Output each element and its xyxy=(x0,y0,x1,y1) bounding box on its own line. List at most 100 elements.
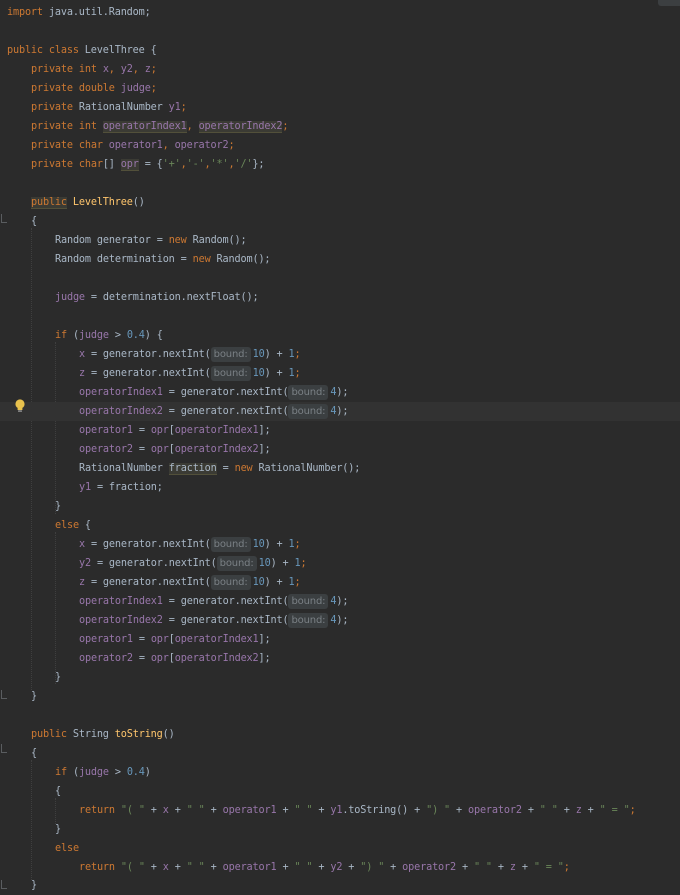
assign-brace: = { xyxy=(138,159,163,170)
concat: + xyxy=(491,862,510,873)
code-line[interactable]: public String toString() xyxy=(0,725,680,744)
code-line[interactable]: return "( " + x + " " + operator1 + " " … xyxy=(0,801,680,820)
field-operator2: operator2 xyxy=(467,805,522,816)
operator: ) + xyxy=(264,368,289,379)
parameter-hint: bound: xyxy=(210,347,251,362)
concat: + xyxy=(276,862,295,873)
call: = generator.nextInt( xyxy=(84,539,211,550)
field-operatorindex1: operatorIndex1 xyxy=(174,634,259,645)
field-operator1: operator1 xyxy=(108,140,163,151)
field-operatorindex2: operatorIndex2 xyxy=(174,444,259,455)
code-line[interactable]: x = generator.nextInt(bound: 10) + 1; xyxy=(0,345,680,364)
constructor-name: LevelThree xyxy=(72,197,133,208)
code-line[interactable]: operator1 = opr[operatorIndex1]; xyxy=(0,421,680,440)
code-line[interactable]: private char operator1, operator2; xyxy=(0,136,680,155)
code-line[interactable]: Random determination = new Random(); xyxy=(0,250,680,269)
code-line[interactable]: } xyxy=(0,820,680,839)
code-line[interactable]: else { xyxy=(0,516,680,535)
field-operatorindex1: operatorIndex1 xyxy=(79,387,163,398)
close-brace: } xyxy=(55,672,61,683)
string-literal: " " xyxy=(473,862,492,873)
number-literal: 10 xyxy=(252,539,265,550)
field-operatorindex1: operatorIndex1 xyxy=(102,121,187,133)
close-brace: } xyxy=(55,824,61,835)
keyword-private-int: private int xyxy=(31,64,103,75)
code-line[interactable]: private double judge; xyxy=(0,79,680,98)
parameter-hint: bound: xyxy=(288,385,329,400)
code-line[interactable]: z = generator.nextInt(bound: 10) + 1; xyxy=(0,573,680,592)
code-line[interactable]: z = generator.nextInt(bound: 10) + 1; xyxy=(0,364,680,383)
separator: , xyxy=(132,64,145,75)
field-y2: y2 xyxy=(330,862,343,873)
code-line-current[interactable]: operatorIndex2 = generator.nextInt(bound… xyxy=(0,402,680,421)
class-name: LevelThree { xyxy=(84,45,157,56)
code-line[interactable]: judge = determination.nextFloat(); xyxy=(0,288,680,307)
code-line[interactable]: x = generator.nextInt(bound: 10) + 1; xyxy=(0,535,680,554)
char-literal: '*' xyxy=(210,159,229,170)
string-literal: "( " xyxy=(120,862,145,873)
concat: + xyxy=(276,805,295,816)
code-line[interactable]: private RationalNumber y1; xyxy=(0,98,680,117)
code-line[interactable]: public LevelThree() xyxy=(0,193,680,212)
field-y2: y2 xyxy=(120,64,133,75)
code-line[interactable]: } xyxy=(0,687,680,706)
field-operator1: operator1 xyxy=(222,862,277,873)
code-line[interactable]: import java.util.Random; xyxy=(0,3,680,22)
code-line[interactable]: operator1 = opr[operatorIndex1]; xyxy=(0,630,680,649)
method-name: toString xyxy=(114,729,163,740)
field-judge: judge xyxy=(78,767,109,778)
code-line[interactable]: y2 = generator.nextInt(bound: 10) + 1; xyxy=(0,554,680,573)
bracket-end: ]; xyxy=(258,634,271,645)
call: = generator.nextInt( xyxy=(90,558,217,569)
code-line[interactable]: else xyxy=(0,839,680,858)
separator: , xyxy=(186,121,199,132)
code-line[interactable]: } xyxy=(0,668,680,687)
close-paren: ); xyxy=(336,406,349,417)
string-literal: " " xyxy=(294,805,313,816)
number-literal: 10 xyxy=(252,577,265,588)
code-line[interactable]: { xyxy=(0,212,680,231)
semicolon: ; xyxy=(629,805,636,816)
semicolon: ; xyxy=(150,83,157,94)
code-line[interactable]: Random generator = new Random(); xyxy=(0,231,680,250)
concat: + xyxy=(204,805,223,816)
code-editor[interactable]: import java.util.Random; public class Le… xyxy=(0,0,680,894)
keyword-class: class xyxy=(42,45,85,56)
statement: = determination.nextFloat(); xyxy=(84,292,259,303)
field-operatorindex2: operatorIndex2 xyxy=(198,121,283,133)
close-brace: } xyxy=(55,501,61,512)
code-line[interactable]: if (judge > 0.4) xyxy=(0,763,680,782)
code-line[interactable]: { xyxy=(0,744,680,763)
semicolon: ; xyxy=(294,577,301,588)
char-literal: '-' xyxy=(186,159,205,170)
code-line[interactable]: private int x, y2, z; xyxy=(0,60,680,79)
code-line[interactable]: RationalNumber fraction = new RationalNu… xyxy=(0,459,680,478)
field-opr: opr xyxy=(150,444,169,455)
field-y2: y2 xyxy=(79,558,91,569)
code-line[interactable]: } xyxy=(0,497,680,516)
code-line[interactable]: operator2 = opr[operatorIndex2]; xyxy=(0,440,680,459)
intention-bulb-icon[interactable] xyxy=(14,399,26,413)
code-line[interactable]: public class LevelThree { xyxy=(0,41,680,60)
operator: > xyxy=(108,330,127,341)
code-line[interactable]: } xyxy=(0,876,680,895)
code-line[interactable]: operatorIndex1 = generator.nextInt(bound… xyxy=(0,592,680,611)
code-line[interactable]: private char[] opr = {'+','-','*','/'}; xyxy=(0,155,680,174)
code-line[interactable]: private int operatorIndex1, operatorInde… xyxy=(0,117,680,136)
code-line[interactable]: y1 = fraction; xyxy=(0,478,680,497)
concat: + xyxy=(144,805,163,816)
code-line[interactable]: if (judge > 0.4) { xyxy=(0,326,680,345)
string-literal: " " xyxy=(186,805,205,816)
assign: = xyxy=(216,463,235,474)
close-brace: }; xyxy=(252,159,265,170)
code-line[interactable]: operatorIndex1 = generator.nextInt(bound… xyxy=(0,383,680,402)
code-line[interactable]: return "( " + x + " " + operator1 + " " … xyxy=(0,858,680,877)
keyword-private-int: private int xyxy=(31,121,103,132)
code-line[interactable]: operatorIndex2 = generator.nextInt(bound… xyxy=(0,611,680,630)
code-line[interactable]: operator2 = opr[operatorIndex2]; xyxy=(0,649,680,668)
code-line[interactable]: { xyxy=(0,782,680,801)
type-rationalnumber: RationalNumber xyxy=(79,463,169,474)
import-path: java.util.Random; xyxy=(42,7,151,18)
bracket-end: ]; xyxy=(258,653,271,664)
assign: = xyxy=(132,634,151,645)
